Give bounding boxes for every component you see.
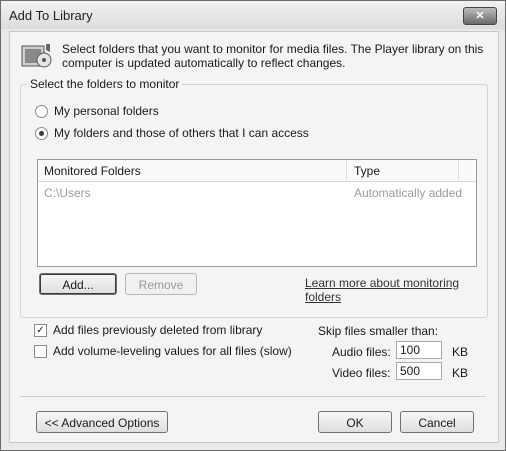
radio-all-folders-label: My folders and those of others that I ca… <box>54 126 309 140</box>
checkbox-add-deleted[interactable]: ✓ Add files previously deleted from libr… <box>34 322 262 338</box>
radio-personal-folders[interactable]: My personal folders <box>35 103 159 119</box>
radio-personal-folders-label: My personal folders <box>54 104 159 118</box>
checkbox-unchecked-icon[interactable] <box>34 344 47 358</box>
dialog-content: Select folders that you want to monitor … <box>9 31 499 443</box>
column-header-type[interactable]: Type <box>354 164 380 178</box>
audio-files-label: Audio files: <box>332 345 391 359</box>
close-button[interactable]: ✕ <box>463 7 497 25</box>
checkbox-volume-leveling-label: Add volume-leveling values for all files… <box>53 344 292 358</box>
folders-group: Select the folders to monitor My persona… <box>20 77 488 318</box>
radio-unchecked-icon[interactable] <box>35 104 48 118</box>
radio-all-folders[interactable]: My folders and those of others that I ca… <box>35 125 309 141</box>
window-title: Add To Library <box>9 8 93 23</box>
media-library-icon <box>21 44 52 68</box>
skip-files-label: Skip files smaller than: <box>318 324 439 338</box>
column-separator[interactable] <box>458 160 459 181</box>
folder-path: C:\Users <box>44 186 91 200</box>
add-to-library-dialog: Add To Library ✕ Select folders that you… <box>0 0 506 451</box>
video-size-input[interactable]: 500 <box>396 362 442 380</box>
checkbox-add-deleted-label: Add files previously deleted from librar… <box>53 323 263 337</box>
intro-text: Select folders that you want to monitor … <box>62 42 484 70</box>
video-unit: KB <box>452 366 469 380</box>
learn-more-link[interactable]: Learn more about monitoring folders <box>305 276 487 304</box>
ok-button[interactable]: OK <box>318 411 392 433</box>
cancel-button[interactable]: Cancel <box>400 411 474 433</box>
checkbox-checked-icon[interactable]: ✓ <box>34 323 47 337</box>
column-header-folders[interactable]: Monitored Folders <box>44 164 141 178</box>
title-bar: Add To Library ✕ <box>1 1 505 29</box>
footer-divider <box>20 396 486 397</box>
audio-unit: KB <box>452 345 469 359</box>
checkbox-volume-leveling[interactable]: Add volume-leveling values for all files… <box>34 343 292 359</box>
video-files-label: Video files: <box>332 366 391 380</box>
audio-size-input[interactable]: 100 <box>396 341 442 359</box>
monitored-folders-list[interactable]: Monitored Folders Type C:\Users Automati… <box>37 159 477 267</box>
remove-button[interactable]: Remove <box>125 273 197 295</box>
advanced-options-button[interactable]: << Advanced Options <box>36 411 168 433</box>
column-separator[interactable] <box>346 160 347 181</box>
add-button[interactable]: Add... <box>39 273 117 295</box>
list-header: Monitored Folders Type <box>38 160 476 182</box>
folder-type: Automatically added <box>354 186 463 200</box>
folders-group-label: Select the folders to monitor <box>27 77 183 91</box>
radio-checked-icon[interactable] <box>35 126 48 140</box>
